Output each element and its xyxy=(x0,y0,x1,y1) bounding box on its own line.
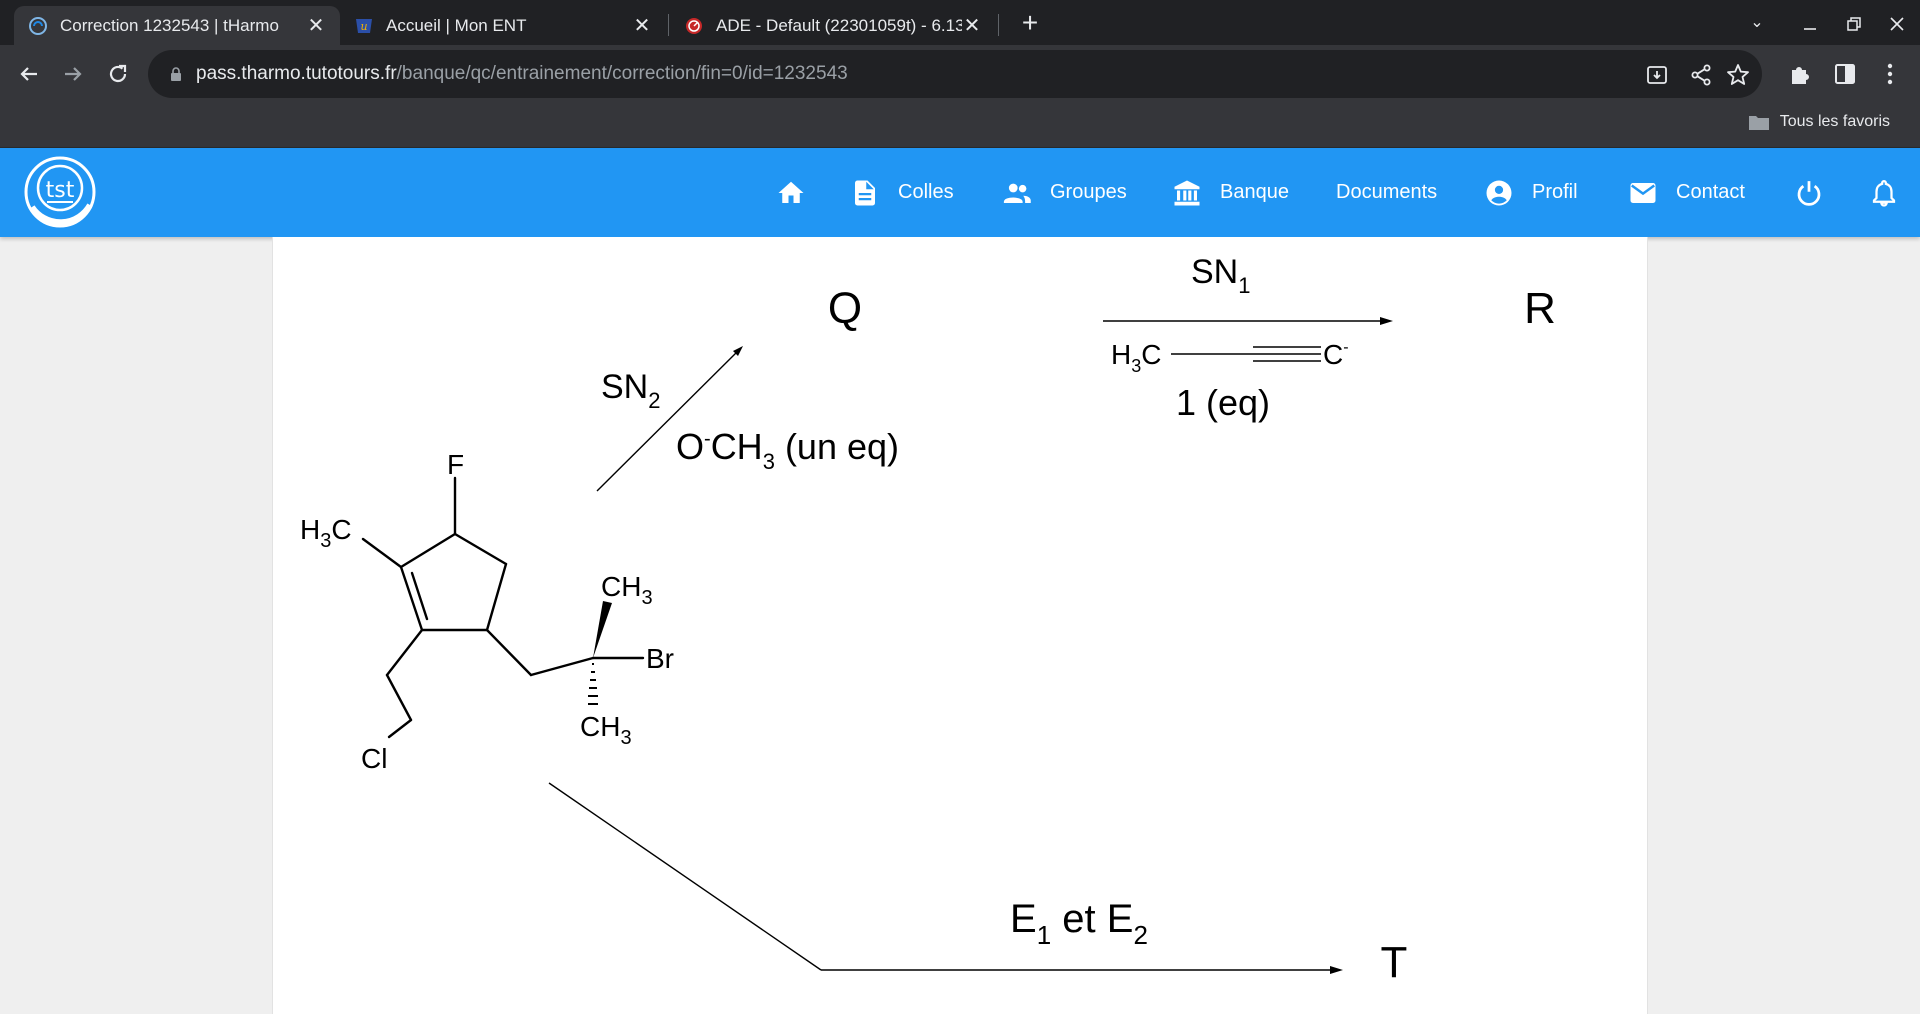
extensions-puzzle-icon[interactable] xyxy=(1786,59,1816,89)
nav-documents[interactable]: Documents xyxy=(1336,148,1437,237)
url-path: /banque/qc/entrainement/correction/fin=0… xyxy=(396,63,848,84)
home-icon xyxy=(778,181,804,203)
wedge-bond xyxy=(593,601,612,658)
nav-colles[interactable]: Colles xyxy=(850,148,954,237)
nav-groupes[interactable]: Groupes xyxy=(1002,148,1127,237)
share-icon[interactable] xyxy=(1688,62,1714,88)
side-panel-icon[interactable] xyxy=(1830,59,1860,89)
browser-tab-strip: Correction 1232543 | tHarmo ✕ u Accueil … xyxy=(0,0,1920,45)
new-tab-plus-icon[interactable]: + xyxy=(1015,8,1045,38)
people-icon xyxy=(1003,183,1031,203)
nav-contact[interactable]: Contact xyxy=(1628,148,1745,237)
tab-search-chevron-icon[interactable]: ⌄ xyxy=(1737,8,1777,38)
nav-logout[interactable] xyxy=(1794,148,1824,237)
ent-favicon-icon: u xyxy=(356,18,372,33)
bank-icon xyxy=(1174,180,1200,205)
url-text[interactable]: pass.tharmo.tutotours.fr/banque/qc/entra… xyxy=(196,63,848,85)
tharmo-favicon-icon xyxy=(29,16,47,35)
nav-banque-label: Banque xyxy=(1220,181,1289,203)
mail-icon xyxy=(1630,182,1656,203)
nav-notifications[interactable] xyxy=(1869,148,1899,237)
product-q-label: Q xyxy=(828,284,862,333)
more-menu-icon[interactable] xyxy=(1875,59,1905,89)
correction-content: Q R T SN2 O-CH3 (un eq) SN1 H3C C- 1 (eq… xyxy=(272,237,1648,1014)
elimination-label: E1 et E2 xyxy=(1010,897,1148,950)
browser-tab[interactable]: ADE - Default (22301059t) - 6.13 ✕ xyxy=(670,6,996,45)
methoxide-reagent-label: O-CH3 (un eq) xyxy=(676,426,899,474)
nav-home[interactable] xyxy=(776,148,806,237)
bookmarks-bar: Tous les favoris xyxy=(0,103,1920,148)
url-host: pass.tharmo.tutotours.fr xyxy=(196,63,397,84)
logo-text: tst xyxy=(46,178,75,203)
atom-fluorine: F xyxy=(447,449,464,480)
sn1-arrowhead xyxy=(1380,317,1393,325)
nav-profil[interactable]: Profil xyxy=(1484,148,1578,237)
install-app-icon[interactable] xyxy=(1644,62,1670,88)
nav-documents-label: Documents xyxy=(1336,181,1438,203)
ade-favicon-icon xyxy=(686,17,702,34)
close-tab-icon[interactable]: ✕ xyxy=(306,13,326,38)
browser-toolbar: pass.tharmo.tutotours.fr/banque/qc/entra… xyxy=(0,45,1920,103)
lock-icon xyxy=(171,67,181,81)
bookmark-star-icon[interactable] xyxy=(1725,62,1751,88)
browser-tab[interactable]: u Accueil | Mon ENT ✕ xyxy=(340,6,666,45)
atom-methyl-left: H3C xyxy=(300,514,352,552)
reaction-scheme-image: Q R T SN2 O-CH3 (un eq) SN1 H3C C- 1 (eq… xyxy=(300,253,1556,987)
document-icon xyxy=(855,180,875,205)
tab-separator xyxy=(998,14,999,36)
bookmark-folder-all[interactable]: Tous les favoris xyxy=(1748,113,1890,131)
tharmo-logo[interactable]: tst xyxy=(20,155,100,230)
hashed-bond xyxy=(588,663,598,705)
propyne-carbanion: C- xyxy=(1323,339,1349,370)
restore-icon[interactable] xyxy=(1834,8,1874,38)
back-arrow-icon[interactable] xyxy=(14,59,44,89)
close-tab-icon[interactable]: ✕ xyxy=(962,13,982,38)
folder-icon xyxy=(1748,115,1769,130)
nav-profil-label: Profil xyxy=(1532,181,1578,203)
atom-chlorine: Cl xyxy=(361,743,387,774)
sn2-label: SN2 xyxy=(601,368,660,413)
power-icon xyxy=(1797,180,1821,206)
svg-text:u: u xyxy=(360,20,367,33)
propyne-equivalents: 1 (eq) xyxy=(1176,382,1270,423)
nav-colles-label: Colles xyxy=(898,181,954,203)
elimination-diagonal-line xyxy=(548,782,822,971)
tab-title: ADE - Default (22301059t) - 6.13 xyxy=(716,15,962,35)
address-bar[interactable]: pass.tharmo.tutotours.fr/banque/qc/entra… xyxy=(148,50,1762,98)
site-header: tst Colles Groupes Banque Documents Prof… xyxy=(0,148,1920,237)
substrate-molecule xyxy=(361,476,645,739)
bookmark-folder-label: Tous les favoris xyxy=(1779,113,1890,130)
reload-icon[interactable] xyxy=(103,59,133,89)
close-window-icon[interactable] xyxy=(1877,8,1917,38)
product-t-label: T xyxy=(1381,938,1408,987)
sn1-label: SN1 xyxy=(1191,253,1250,298)
account-circle-icon xyxy=(1486,180,1512,205)
nav-banque[interactable]: Banque xyxy=(1172,148,1289,237)
bell-icon xyxy=(1872,179,1896,207)
browser-tab-active[interactable]: Correction 1232543 | tHarmo ✕ xyxy=(14,6,340,45)
atom-methyl-bottom: CH3 xyxy=(580,711,632,749)
nav-groupes-label: Groupes xyxy=(1050,181,1127,203)
atom-bromine: Br xyxy=(646,643,674,674)
close-tab-icon[interactable]: ✕ xyxy=(632,13,652,38)
tab-separator xyxy=(668,14,669,36)
propyne-anion-reagent: H3C xyxy=(1111,339,1161,376)
forward-arrow-icon[interactable] xyxy=(58,59,88,89)
nav-contact-label: Contact xyxy=(1676,181,1745,203)
minimize-icon[interactable] xyxy=(1790,8,1830,38)
elimination-arrowhead xyxy=(1330,966,1343,974)
tab-title: Accueil | Mon ENT xyxy=(386,15,527,35)
product-r-label: R xyxy=(1524,284,1556,333)
tab-title: Correction 1232543 | tHarmo xyxy=(60,15,279,35)
